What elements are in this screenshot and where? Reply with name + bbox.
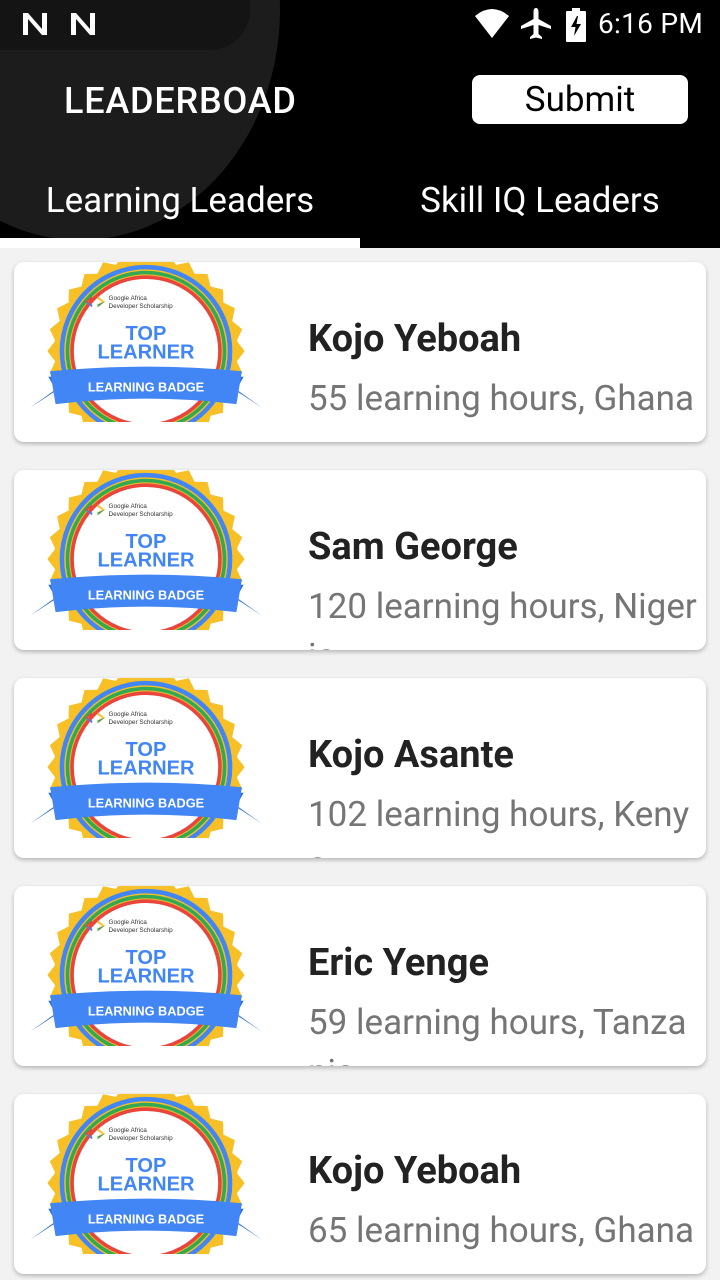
leader-name: Eric Yenge [308, 941, 489, 985]
badge-text: LEARNER [97, 757, 195, 779]
list-item[interactable]: Google Africa Developer Scholarship TOP LEA… [14, 262, 706, 442]
badge-text: Google Africa [109, 1127, 148, 1134]
leader-name: Kojo Yeboah [308, 1149, 522, 1193]
badge-text: Google Africa [109, 711, 148, 718]
list-item[interactable]: Google Africa Developer Scholarship TOP LEA… [14, 678, 706, 858]
badge-text: LEARNING BADGE [88, 1211, 205, 1226]
tab-indicator [0, 238, 360, 248]
leader-name: Kojo Yeboah [308, 317, 522, 361]
n-icon [71, 13, 95, 35]
list-item[interactable]: Google Africa Developer Scholarship TOP LEA… [14, 470, 706, 650]
top-learner-badge-icon: Google AfricaDeveloper ScholarshipTOPLEA… [30, 1094, 262, 1254]
top-learner-badge-icon: Google AfricaDeveloper ScholarshipTOPLEA… [30, 470, 262, 630]
wifi-icon [475, 9, 509, 38]
badge-text: LEARNING BADGE [88, 587, 205, 602]
leader-detail: 59 learning hours, Tanzania [308, 1002, 687, 1066]
top-learner-badge-icon: Google AfricaDeveloper ScholarshipTOPLEA… [30, 678, 262, 838]
badge-text: LEARNING BADGE [88, 379, 205, 394]
badge-text: LEARNER [97, 1173, 195, 1195]
leader-detail: 55 learning hours, Ghana [308, 378, 695, 419]
leader-detail: 65 learning hours, Ghana [308, 1210, 695, 1251]
badge-text: Developer Scholarship [109, 719, 174, 726]
badge-text: LEARNER [97, 549, 195, 571]
list-item[interactable]: Google Africa Developer Scholarship TOP LEA… [14, 1094, 706, 1274]
badge-text: Developer Scholarship [109, 927, 174, 934]
battery-charging-icon [566, 8, 586, 42]
tab-label: Learning Leaders [45, 180, 315, 221]
leader-detail: 120 learning hours, Nigeria [308, 586, 697, 650]
status-time: 6:16 PM [598, 7, 704, 40]
airplane-icon [521, 8, 551, 39]
badge-text: LEARNER [97, 965, 195, 987]
submit-button[interactable]: Submit [472, 75, 688, 124]
top-learner-badge-icon: Google AfricaDeveloper ScholarshipTOPLEA… [30, 262, 262, 422]
leader-name: Sam George [308, 525, 518, 569]
badge-text: Google Africa [109, 503, 148, 510]
list-item[interactable]: Google Africa Developer Scholarship TOP LEA… [14, 886, 706, 1066]
badge-text: Developer Scholarship [109, 303, 174, 310]
leader-name: Kojo Asante [308, 733, 514, 777]
top-learner-badge-icon: Google AfricaDeveloper ScholarshipTOPLEA… [30, 886, 262, 1046]
badge-text: Google Africa [109, 919, 148, 926]
tab-skill-iq-leaders[interactable]: Skill IQ Leaders [360, 180, 720, 248]
app-bar: 6:16 PM LEADERBOAD Submit Learning Leade… [0, 0, 720, 248]
leader-detail: 102 learning hours, Kenya [308, 794, 690, 858]
badge-text: Developer Scholarship [109, 1135, 174, 1142]
badge-text: LEARNING BADGE [88, 795, 205, 810]
badge-text: Developer Scholarship [109, 511, 174, 518]
n-icon [23, 13, 47, 35]
badge-text: LEARNER [97, 341, 195, 363]
badge-text: Google Africa [109, 295, 148, 302]
tab-label: Skill IQ Leaders [420, 180, 660, 221]
badge-text: LEARNING BADGE [88, 1003, 205, 1018]
leaders-list[interactable]: Google Africa Developer Scholarship TOP LEA… [0, 248, 720, 1280]
page-title: LEADERBOAD [64, 80, 297, 122]
status-bar: 6:16 PM [0, 0, 720, 50]
